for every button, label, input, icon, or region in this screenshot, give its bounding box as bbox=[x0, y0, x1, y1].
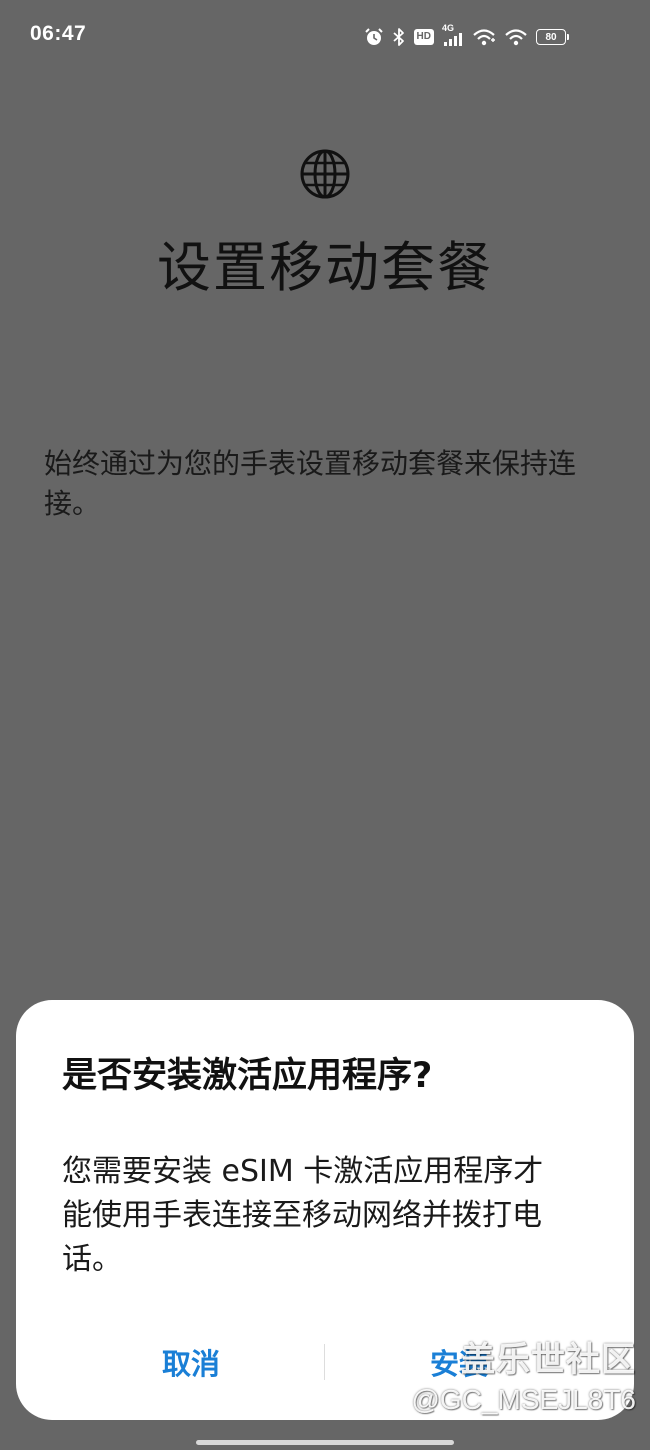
battery-icon: 80 bbox=[536, 29, 569, 45]
status-time: 06:47 bbox=[30, 22, 87, 45]
dialog-title: 是否安装激活应用程序? bbox=[62, 1056, 433, 1096]
dialog-body: 您需要安装 eSIM 卡激活应用程序才能使用手表连接至移动网络并拨打电话。 bbox=[62, 1154, 544, 1277]
dialog-actions: 取消 安装 bbox=[16, 1330, 634, 1394]
hd-voice-badge: HD bbox=[413, 29, 434, 45]
status-icons: HD 4G 80 bbox=[364, 23, 569, 50]
install-activation-dialog: 是否安装激活应用程序? 您需要安装 eSIM 卡激活应用程序才能使用手表连接至移… bbox=[16, 1000, 634, 1420]
home-indicator[interactable] bbox=[196, 1440, 454, 1445]
wifi-calling-icon bbox=[473, 29, 495, 46]
cancel-button[interactable]: 取消 bbox=[116, 1338, 266, 1386]
battery-level: 80 bbox=[545, 31, 557, 43]
globe-icon bbox=[300, 149, 350, 199]
cellular-signal: 4G bbox=[442, 23, 464, 47]
page-description: 始终通过为您的手表设置移动套餐来保持连接。 bbox=[44, 447, 577, 520]
wifi-icon bbox=[505, 29, 527, 46]
alarm-icon bbox=[364, 28, 383, 45]
bluetooth-icon bbox=[392, 28, 404, 46]
signal-bars-icon bbox=[444, 33, 462, 46]
page-title: 设置移动套餐 bbox=[157, 236, 493, 299]
install-button[interactable]: 安装 bbox=[384, 1338, 534, 1386]
button-divider bbox=[324, 1344, 325, 1380]
status-bar: 06:47 HD 4G 80 bbox=[0, 0, 650, 72]
